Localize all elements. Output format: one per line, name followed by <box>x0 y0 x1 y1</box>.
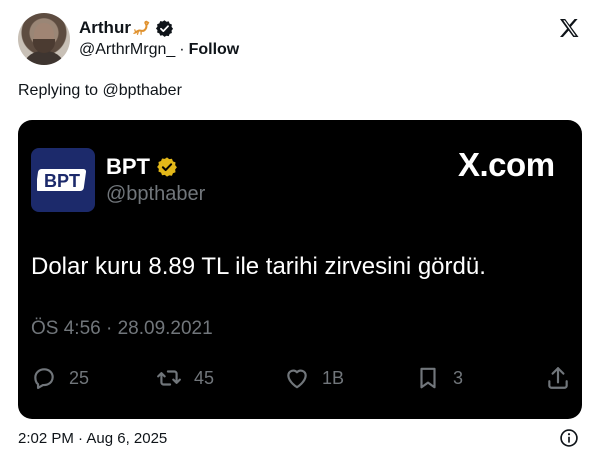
reply-count: 25 <box>69 367 90 388</box>
author-name[interactable]: Arthur <box>79 18 131 38</box>
bpt-name-row: BPT <box>106 154 178 180</box>
bpt-logo-mark-icon: BPT <box>37 169 87 191</box>
author-name-row: Arthur <box>79 17 174 39</box>
verified-badge-icon <box>155 19 174 37</box>
author-handle[interactable]: @ArthrMrgn_ <box>79 41 175 59</box>
replying-to-line: Replying to @bpthaber <box>18 82 182 99</box>
bookmark-count: 3 <box>453 367 464 388</box>
share-action[interactable] <box>545 365 571 391</box>
bpt-logo[interactable]: BPT <box>31 148 95 212</box>
avatar-shoulders <box>22 51 66 65</box>
heart-icon <box>287 369 307 389</box>
like-count: 1B <box>322 367 345 388</box>
reply-action[interactable]: 25 <box>31 365 89 391</box>
like-action[interactable]: 1B <box>284 365 344 391</box>
xcom-brand: X.com <box>458 146 555 183</box>
author-avatar[interactable] <box>18 13 70 65</box>
gold-verified-badge-icon <box>157 157 177 177</box>
retweet-icon <box>157 370 181 386</box>
retweet-count: 45 <box>194 367 215 388</box>
bookmark-action[interactable]: 3 <box>415 365 463 391</box>
bpt-account-name[interactable]: BPT <box>106 154 150 180</box>
handle-separator: · <box>179 41 185 58</box>
info-icon[interactable] <box>559 428 579 448</box>
scorpion-emoji-icon <box>133 20 150 35</box>
bookmark-icon <box>420 367 436 389</box>
retweet-action[interactable]: 45 <box>156 365 214 391</box>
share-icon <box>548 367 568 389</box>
bpt-logo-text: BPT <box>44 171 80 191</box>
post-timestamp[interactable]: 2:02 PM · Aug 6, 2025 <box>18 430 167 447</box>
x-logo-icon[interactable] <box>557 16 581 40</box>
follow-button[interactable]: Follow <box>189 41 240 59</box>
author-handle-row: @ArthrMrgn_ · Follow <box>79 41 239 59</box>
reply-icon <box>34 368 54 390</box>
embedded-tweet-timestamp[interactable]: ÖS 4:56 · 28.09.2021 <box>31 318 213 340</box>
embedded-tweet-text: Dolar kuru 8.89 TL ile tarihi zirvesini … <box>31 253 486 280</box>
bpt-handle[interactable]: @bpthaber <box>106 183 205 206</box>
embedded-tweet-card[interactable]: BPT BPT @bpthaber X.com Dolar kuru 8.89 … <box>18 120 582 419</box>
